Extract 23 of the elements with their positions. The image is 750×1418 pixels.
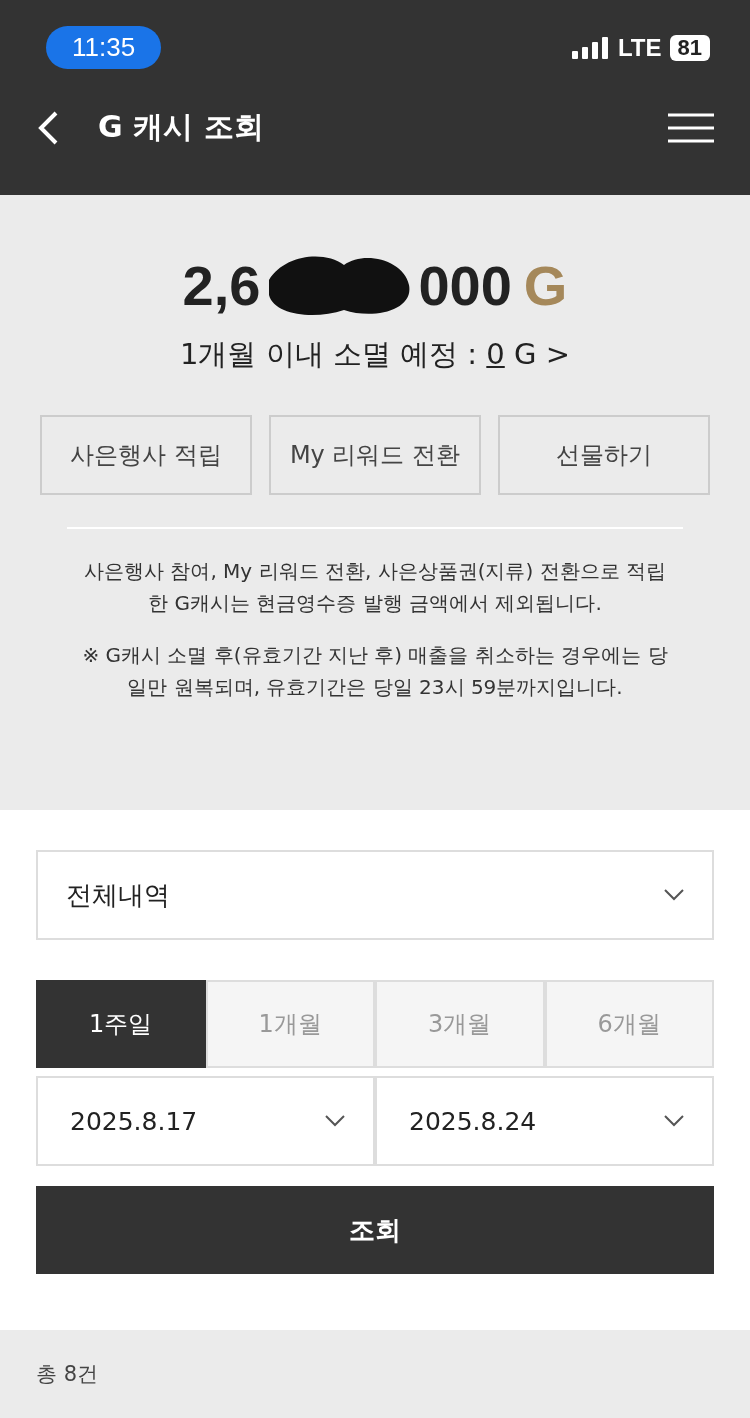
action-button[interactable]: 사은행사 적립: [40, 415, 252, 495]
period-tab[interactable]: 1주일: [36, 980, 206, 1068]
total-count: 총 8건: [36, 1361, 99, 1388]
chevron-icon: [325, 1115, 345, 1127]
date-dropdown[interactable]: 2025.8.17: [36, 1076, 375, 1166]
expiry-text[interactable]: 1개월 이내 소멸 예정 : 0 G >: [180, 335, 570, 375]
notice-text: 사은행사 참여, My 리워드 전환, 사은상품권(지류) 전환으로 적립한 G캐시는 현금영수증 발행 금액에서 제외됩니다.: [83, 558, 667, 617]
search-button[interactable]: 조회: [36, 1186, 714, 1274]
warning-text: ※ G캐시 소멸 후(유효기간 지난 후) 매출을 취소하는 경우에는 당일만 원복되며, 유효기간은 당일 23시 59분까지입니다.: [81, 642, 669, 701]
menu-icon[interactable]: [668, 112, 714, 143]
history-dropdown[interactable]: 전체내역: [36, 850, 714, 940]
battery-level: 81: [669, 34, 710, 61]
chevron-icon: [664, 1115, 684, 1127]
balance-amount: 2,6 000 G: [182, 245, 568, 325]
status-time: 11:35: [46, 26, 162, 69]
page-title: G 캐시 조회: [98, 108, 264, 146]
chevron-icon: [664, 889, 684, 901]
signal-icon: [571, 36, 610, 59]
action-button[interactable]: My 리워드 전환: [269, 415, 481, 495]
action-button[interactable]: 선물하기: [498, 415, 710, 495]
back-icon[interactable]: [36, 109, 60, 146]
network-label: LTE: [617, 33, 662, 62]
date-dropdown[interactable]: 2025.8.24: [375, 1076, 714, 1166]
